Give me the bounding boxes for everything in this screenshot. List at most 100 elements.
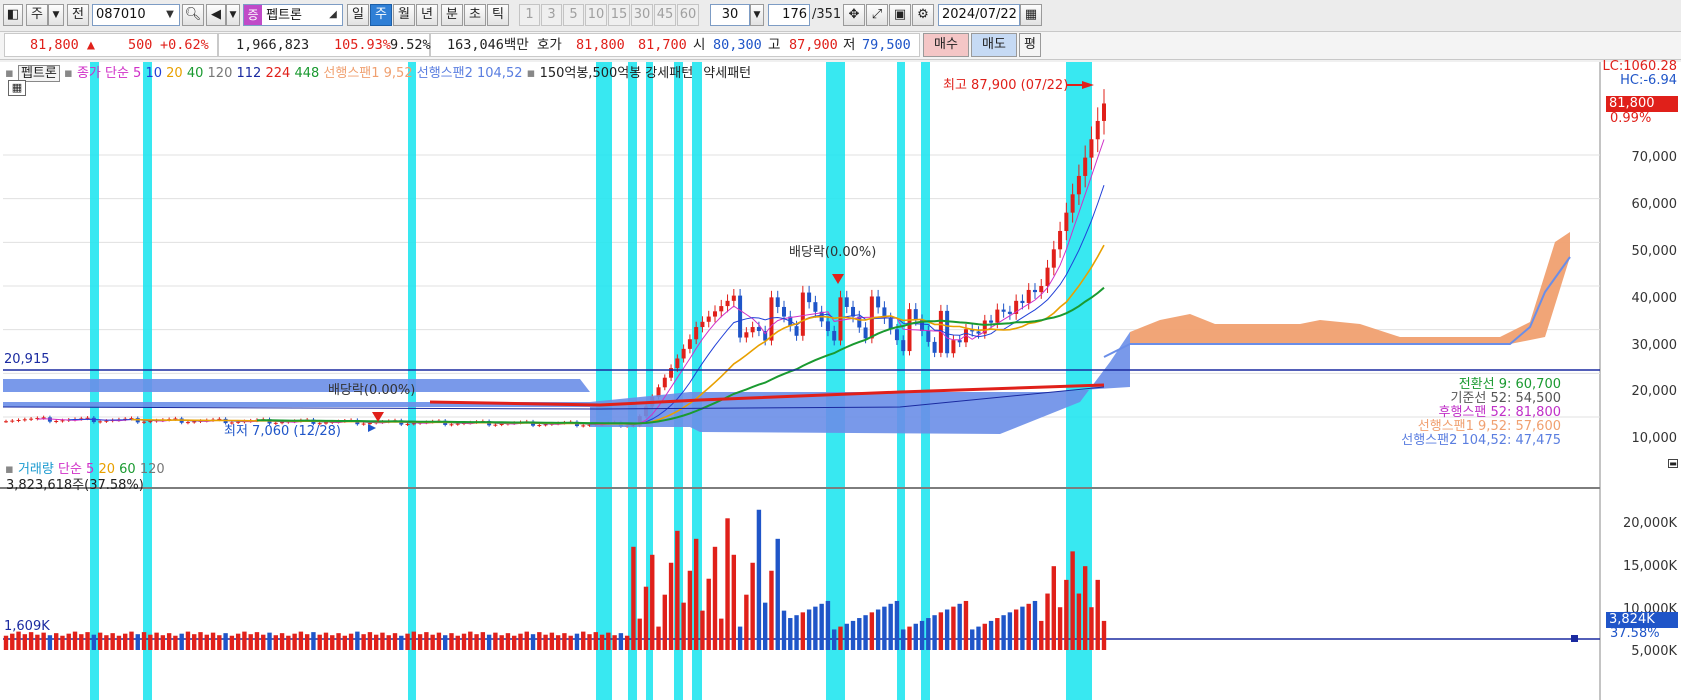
volume-bar-71	[449, 633, 454, 650]
vol-pane-close-icon[interactable]: ▬	[1668, 459, 1678, 468]
interval-dropdown-icon[interactable]: ▼	[750, 4, 764, 26]
count-total: /351	[812, 7, 842, 22]
low-arrow-icon	[368, 424, 376, 432]
volume-bar-49	[311, 632, 316, 650]
volume-bar-126	[794, 615, 799, 650]
volume-bar-45	[286, 635, 291, 650]
table-icon[interactable]: ▦	[8, 80, 26, 96]
period-tab-6[interactable]: 틱	[487, 4, 509, 26]
count-input[interactable]: 176	[768, 4, 810, 26]
volume-bar-118	[744, 594, 749, 650]
candle-body-9	[60, 420, 65, 422]
code-input[interactable]: 087010 ▼	[92, 4, 180, 26]
volume-bar-173	[1089, 607, 1094, 650]
candle-body-175	[1102, 103, 1106, 121]
period-tab-1[interactable]: 주	[370, 4, 392, 26]
minute-option-2[interactable]: 5	[563, 4, 584, 26]
candle-body-107	[675, 358, 680, 369]
volume-bar-142	[894, 600, 900, 650]
gear-icon[interactable]: ⚙	[912, 4, 934, 26]
volume-bar-83	[524, 631, 529, 650]
volume-bar-93	[587, 634, 592, 650]
minute-option-3[interactable]: 10	[585, 4, 607, 26]
bid-label: 호가	[537, 37, 562, 53]
high-annotation: 최고 87,900 (07/22)	[943, 78, 1069, 93]
save-icon[interactable]: ▣	[889, 4, 911, 26]
volume-bar-84	[530, 634, 536, 650]
layout-icon[interactable]: ◧	[3, 4, 23, 26]
candle-body-124	[782, 306, 787, 317]
vol-tick-0: 20,000K	[1622, 516, 1677, 531]
period-tab-4[interactable]: 분	[441, 4, 463, 26]
mode-dropdown-icon[interactable]: ▼	[48, 4, 64, 26]
candle-body-86	[543, 424, 548, 426]
candle-body-118	[744, 332, 749, 338]
volume-bar-158	[995, 618, 1000, 650]
volume-bar-15	[97, 632, 103, 650]
ichimoku-values: 전환선 9: 60,700 기준선 52: 54,500 후행스팬 52: 81…	[1401, 378, 1561, 448]
candle-body-0	[4, 421, 8, 423]
minute-option-4[interactable]: 15	[608, 4, 630, 26]
speaker-icon[interactable]: ◀	[206, 4, 226, 26]
eval-button[interactable]: 평	[1019, 33, 1041, 57]
legend-toggle-icon[interactable]: ▪	[5, 66, 14, 81]
candle-body-58	[367, 422, 372, 424]
volume-bar-102	[643, 586, 649, 650]
legend-ma-112: 112	[236, 66, 262, 81]
period-tab-0[interactable]: 일	[347, 4, 369, 26]
candle-body-142	[894, 329, 899, 341]
volume-bar-39	[248, 634, 253, 650]
volume-bar-62	[392, 633, 398, 650]
calendar-icon[interactable]: ▦	[1020, 4, 1042, 26]
crosshair-icon[interactable]: ✥	[843, 4, 865, 26]
volume-bar-157	[988, 620, 994, 650]
stock-name-field[interactable]: 증 펩트론 ◢	[243, 4, 343, 26]
volume-bar-65	[411, 631, 417, 650]
period-tab-2[interactable]: 월	[393, 4, 415, 26]
code-dropdown-icon[interactable]: ▼	[163, 7, 177, 23]
volume-bar-115	[725, 518, 730, 650]
mode-button[interactable]: 주	[26, 4, 48, 26]
volume-bar-36	[229, 635, 235, 650]
volume-bar-152	[957, 603, 962, 650]
volume-bar-91	[574, 633, 580, 650]
chart-area[interactable]: ▪ 펩트론 ▪ 종가 단순 5 10 20 40 120 112 224 448…	[0, 59, 1681, 700]
candle-body-85	[537, 425, 542, 427]
volume-bar-129	[813, 606, 818, 650]
vol-tick-1: 15,000K	[1622, 559, 1677, 574]
minute-option-0[interactable]: 1	[519, 4, 540, 26]
stock-dropdown-icon[interactable]: ◢	[326, 7, 340, 23]
volume-bar-141	[888, 603, 893, 650]
volume-bar-165	[1039, 620, 1044, 650]
minute-option-5[interactable]: 30	[631, 4, 653, 26]
interval-input[interactable]: 30	[710, 4, 750, 26]
speaker-dropdown-icon[interactable]: ▼	[226, 4, 240, 26]
volume-bar-80	[505, 633, 511, 650]
ask-price: 81,800	[576, 37, 625, 53]
candle-body-139	[876, 296, 881, 308]
candle-body-160	[1007, 311, 1012, 314]
candle-body-166	[1045, 267, 1050, 286]
minute-option-7[interactable]: 60	[677, 4, 699, 26]
volume-bar-50	[317, 634, 322, 650]
sell-button[interactable]: 매도	[971, 33, 1017, 57]
volume-bar-27	[173, 635, 178, 650]
period-tab-3[interactable]: 년	[416, 4, 438, 26]
candle-body-119	[750, 327, 755, 333]
pane-divider[interactable]	[0, 487, 1600, 489]
buy-button[interactable]: 매수	[923, 33, 969, 57]
candle-body-173	[1089, 139, 1094, 158]
date-input[interactable]: 2024/07/22	[938, 4, 1020, 26]
candle-body-155	[976, 331, 981, 334]
price-tick-1: 60,000	[1631, 197, 1678, 212]
draw-tool-icon[interactable]: ⤢	[866, 4, 888, 26]
period-tab-5[interactable]: 초	[464, 4, 486, 26]
search-icon[interactable]: 🔍︎	[182, 4, 204, 26]
prev-button[interactable]: 전	[67, 4, 89, 26]
volume-bar-105	[662, 594, 667, 650]
highlight-band-10	[921, 62, 930, 700]
candle-body-152	[957, 340, 962, 343]
minute-option-1[interactable]: 3	[541, 4, 562, 26]
candle-body-167	[1051, 249, 1056, 268]
minute-option-6[interactable]: 45	[654, 4, 676, 26]
